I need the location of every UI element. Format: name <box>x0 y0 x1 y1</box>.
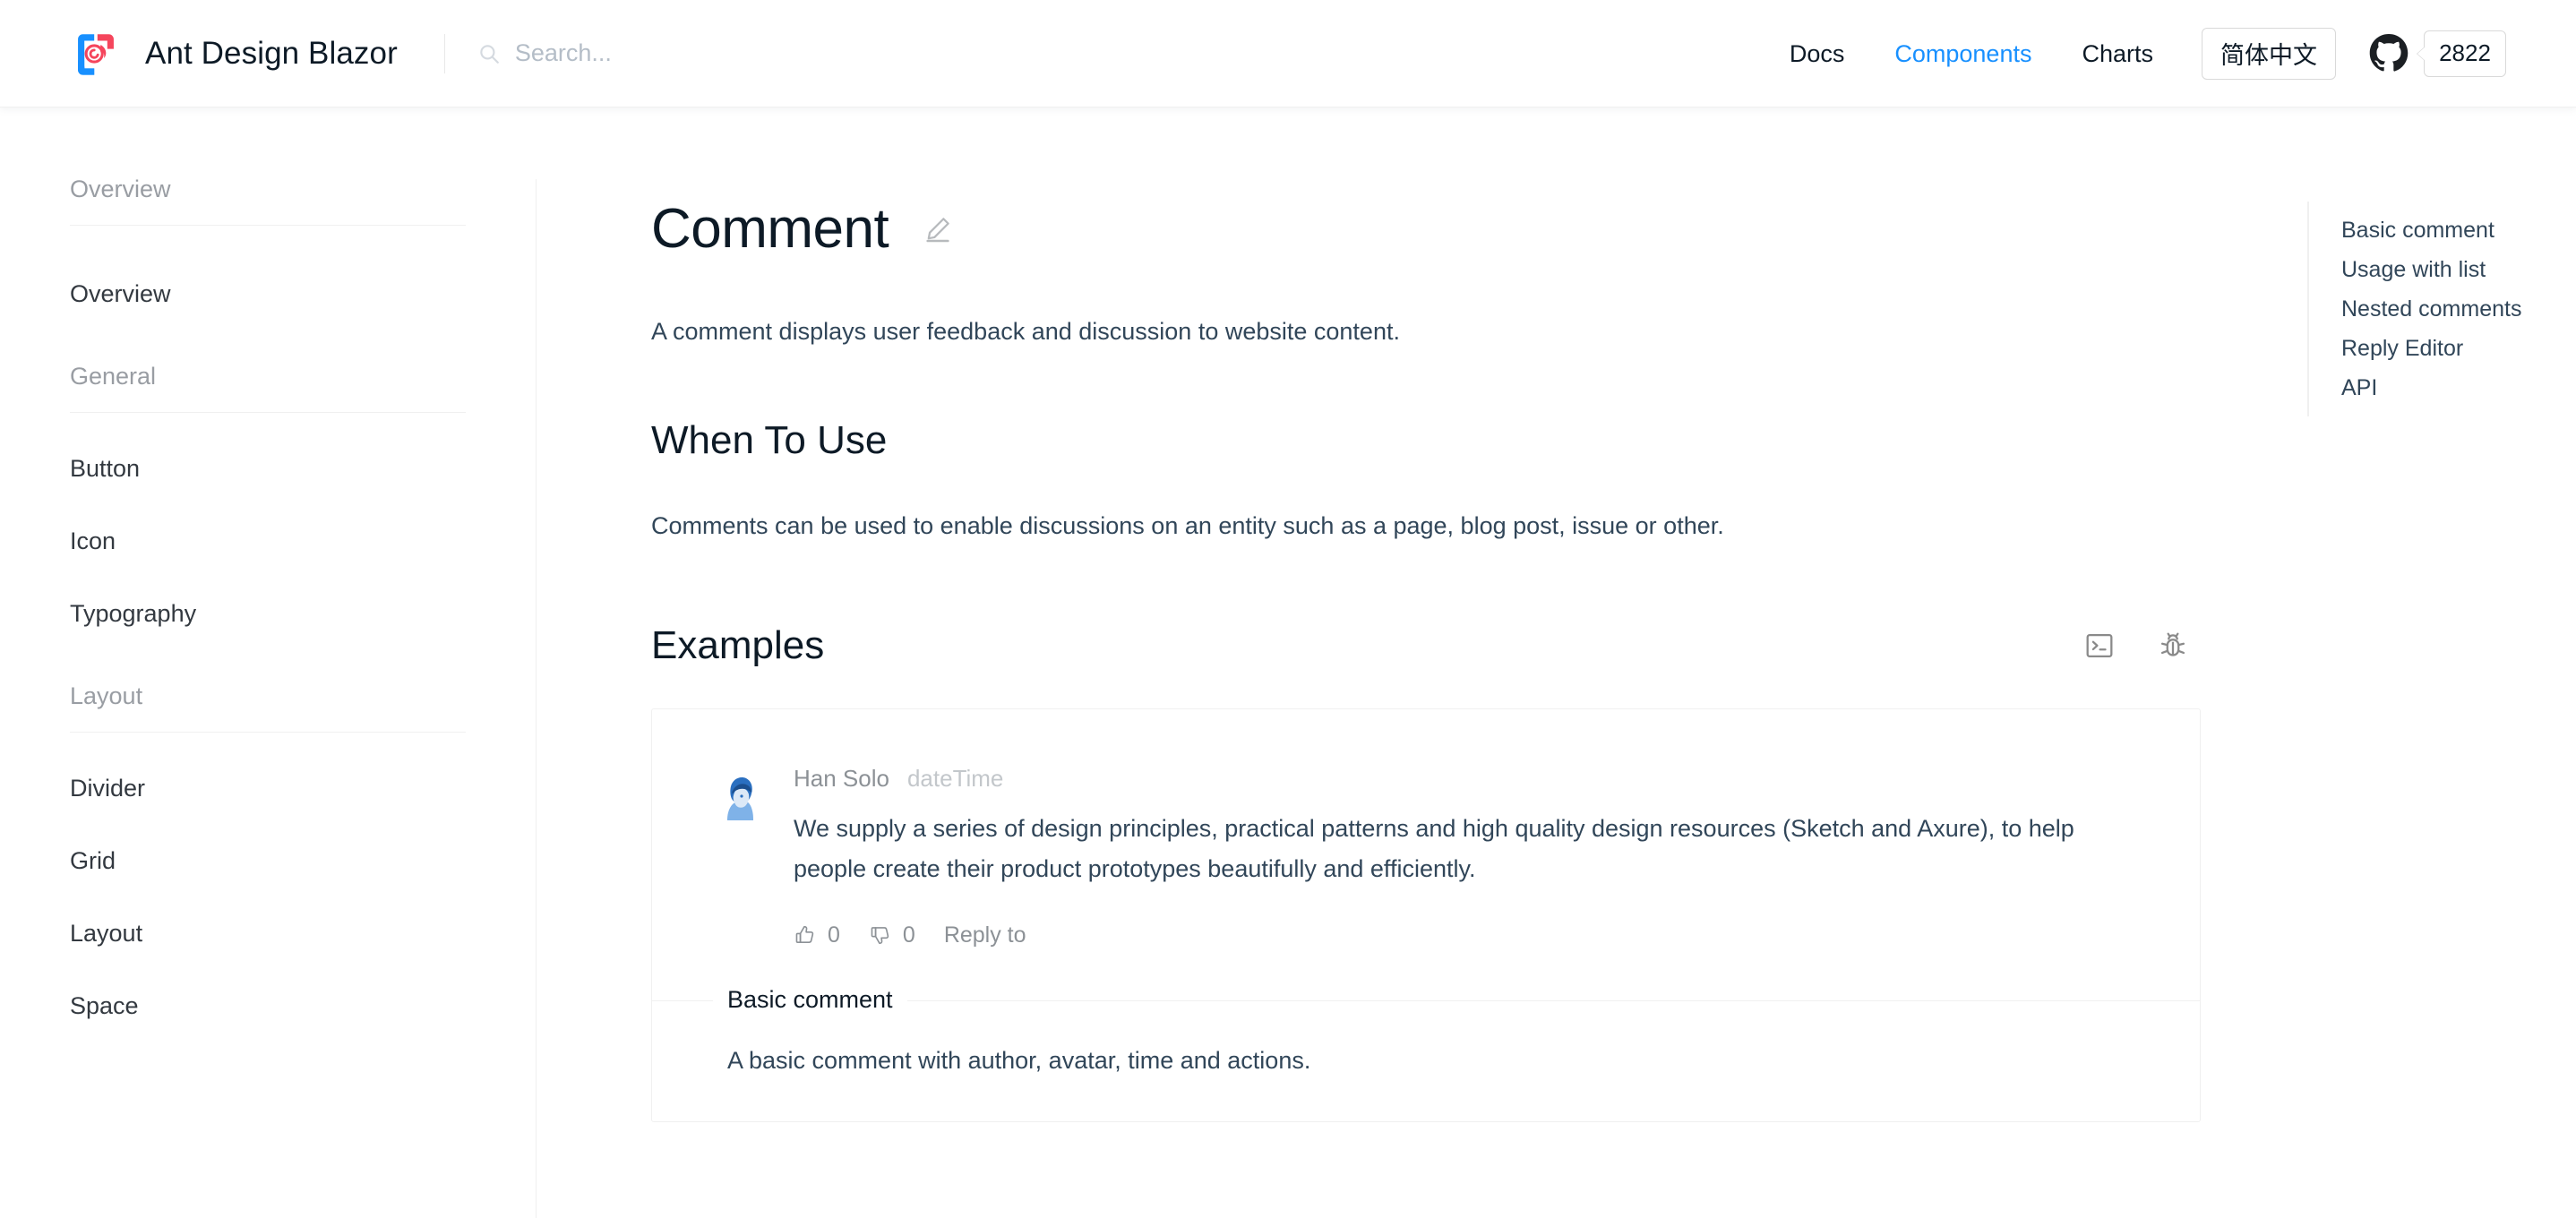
github-star-count[interactable]: 2822 <box>2417 30 2506 77</box>
search-icon <box>477 42 501 65</box>
sidebar-item-grid[interactable]: Grid <box>70 825 466 897</box>
thumbs-up-icon <box>795 926 814 944</box>
toc-item-nested-comments[interactable]: Nested comments <box>2341 289 2576 329</box>
comment: Han Solo dateTime We supply a series of … <box>715 765 2137 948</box>
main-navigation: Docs Components Charts 简体中文 2822 <box>1765 27 2506 81</box>
sidebar-group-layout: Layout <box>70 682 466 733</box>
header-divider <box>443 33 445 73</box>
brand[interactable]: Ant Design Blazor <box>70 28 398 80</box>
demo-legend: Basic comment <box>713 985 907 1014</box>
sidebar-item-button[interactable]: Button <box>70 433 466 505</box>
search-box[interactable] <box>477 27 907 81</box>
sidebar-item-layout[interactable]: Layout <box>70 897 466 970</box>
bug-icon[interactable] <box>2158 630 2188 661</box>
github-link[interactable]: 2822 <box>2368 30 2506 77</box>
demo-preview: Han Solo dateTime We supply a series of … <box>652 709 2200 1000</box>
sidebar-group-general: General <box>70 363 466 413</box>
sidebar-divider <box>536 179 537 1218</box>
like-action[interactable]: 0 <box>794 922 840 948</box>
comment-text: We supply a series of design principles,… <box>794 815 2074 882</box>
sidebar-item-divider[interactable]: Divider <box>70 752 466 825</box>
brand-title: Ant Design Blazor <box>145 35 398 71</box>
avatar[interactable] <box>715 768 767 821</box>
table-of-contents: Basic comment Usage with list Nested com… <box>2307 202 2576 416</box>
edit-icon[interactable] <box>923 214 953 244</box>
search-input[interactable] <box>514 39 873 67</box>
toc-item-reply-editor[interactable]: Reply Editor <box>2341 329 2576 368</box>
demo-meta: Basic comment A basic comment with autho… <box>652 985 2200 1121</box>
site-header: Ant Design Blazor Docs Components Charts… <box>0 0 2576 107</box>
page-lead-text: A comment displays user feedback and dis… <box>651 318 1400 345</box>
when-to-use-heading: When To Use <box>651 418 888 463</box>
dislike-action[interactable]: 0 <box>869 922 915 948</box>
sidebar-item-space[interactable]: Space <box>70 970 466 1042</box>
page-title-row: Comment <box>651 202 2308 257</box>
sidebar-group-overview: Overview <box>70 176 466 226</box>
demo-card: Han Solo dateTime We supply a series of … <box>651 708 2201 1123</box>
ant-design-blazor-logo <box>70 28 122 80</box>
sidebar-navigation: Overview Overview General Button Icon Ty… <box>0 107 536 1218</box>
toc-item-api[interactable]: API <box>2341 368 2576 407</box>
toc-item-basic-comment[interactable]: Basic comment <box>2341 210 2576 250</box>
reply-link[interactable]: Reply to <box>944 922 1026 948</box>
dislike-count: 0 <box>902 922 915 948</box>
sidebar-item-overview[interactable]: Overview <box>70 258 466 330</box>
toc-item-usage-with-list[interactable]: Usage with list <box>2341 250 2576 289</box>
nav-link-docs[interactable]: Docs <box>1765 27 1870 81</box>
main-content: Comment A comment displays user feedback… <box>537 107 2308 1218</box>
thumbs-down-icon <box>871 927 889 945</box>
like-count: 0 <box>828 922 840 948</box>
page-title: Comment <box>651 198 889 260</box>
comment-header: Han Solo dateTime <box>794 765 2137 793</box>
comment-author[interactable]: Han Solo <box>794 765 889 793</box>
comment-datetime: dateTime <box>906 765 1004 793</box>
examples-heading: Examples <box>651 623 825 668</box>
language-switch-button[interactable]: 简体中文 <box>2202 27 2336 80</box>
examples-header-row: Examples <box>651 626 2201 665</box>
nav-link-charts[interactable]: Charts <box>2057 27 2178 81</box>
comment-actions: 0 0 Reply to <box>794 922 2137 948</box>
examples-actions <box>2084 630 2201 661</box>
sidebar-item-typography[interactable]: Typography <box>70 578 466 650</box>
sidebar-item-icon[interactable]: Icon <box>70 505 466 578</box>
comment-content: Han Solo dateTime We supply a series of … <box>794 765 2137 948</box>
nav-link-components[interactable]: Components <box>1869 27 2057 81</box>
code-icon[interactable] <box>2084 630 2115 661</box>
github-icon <box>2368 33 2409 74</box>
when-to-use-text: Comments can be used to enable discussio… <box>651 512 1724 540</box>
demo-description: A basic comment with author, avatar, tim… <box>727 1046 1311 1074</box>
